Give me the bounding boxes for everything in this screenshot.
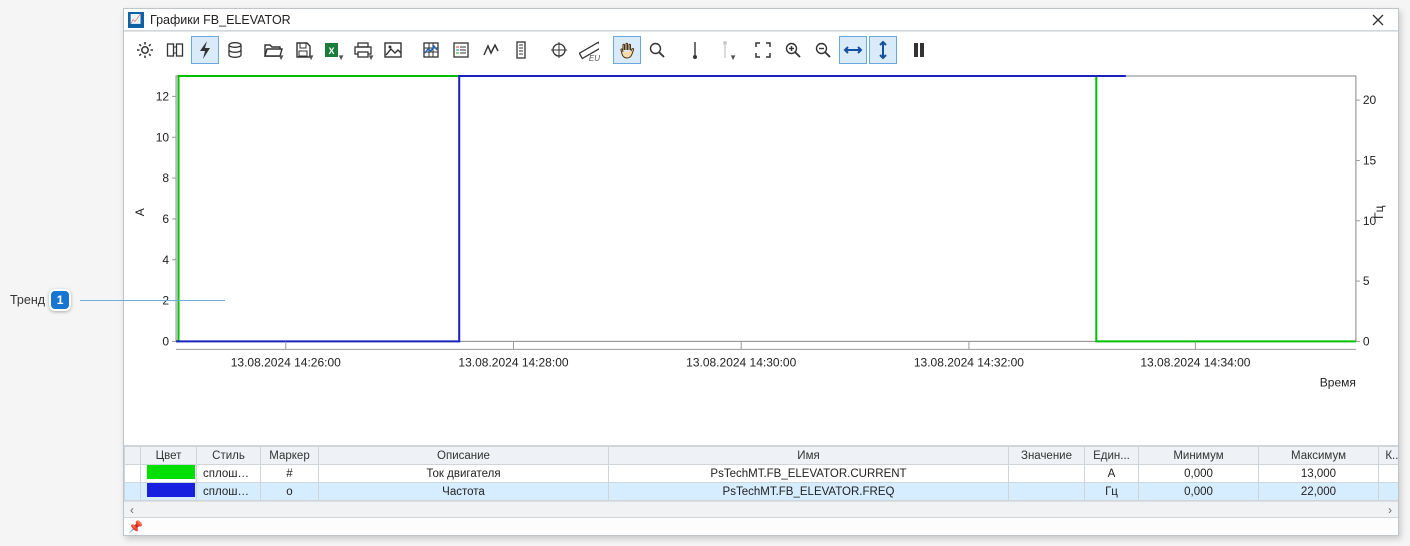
zoom-in-button[interactable] [779,36,807,64]
svg-text:12: 12 [156,89,170,103]
svg-text:13.08.2024 14:28:00: 13.08.2024 14:28:00 [458,355,568,369]
scroll-left-icon[interactable]: ‹ [124,502,140,518]
zoom-out-button[interactable] [809,36,837,64]
statusbar: 📌 [124,517,1398,535]
stretch-x-button[interactable] [839,36,867,64]
cell-more[interactable] [1379,465,1399,483]
export-excel-button[interactable]: X▼ [319,36,347,64]
svg-text:4: 4 [162,253,169,267]
window-title: Графики FB_ELEVATOR [150,13,1364,27]
svg-text:6: 6 [162,212,169,226]
crosshair-button[interactable] [545,36,573,64]
cell-marker[interactable]: o [261,483,319,501]
online-button[interactable] [191,36,219,64]
pin-button[interactable]: 📌 [128,520,143,534]
col-color[interactable]: Цвет [141,447,197,465]
grid-button[interactable] [417,36,445,64]
snapshot-button[interactable] [379,36,407,64]
cell-color[interactable] [141,483,197,501]
svg-text:13.08.2024 14:34:00: 13.08.2024 14:34:00 [1140,355,1250,369]
save-button[interactable]: ▼ [289,36,317,64]
ruler-button[interactable]: EU [575,36,603,64]
col-style[interactable]: Стиль [197,447,261,465]
signals-table: Цвет Стиль Маркер Описание Имя Значение … [124,445,1398,517]
col-units[interactable]: Един... [1085,447,1139,465]
svg-text:X: X [328,46,334,56]
svg-text:8: 8 [162,171,169,185]
svg-text:13.08.2024 14:30:00: 13.08.2024 14:30:00 [686,355,796,369]
svg-text:13.08.2024 14:32:00: 13.08.2024 14:32:00 [914,355,1024,369]
svg-text:15: 15 [1363,153,1377,167]
cell-min[interactable]: 0,000 [1139,483,1259,501]
col-more[interactable]: К... [1379,447,1399,465]
series-line [176,76,1126,341]
antialias-button[interactable] [477,36,505,64]
col-value[interactable]: Значение [1009,447,1085,465]
svg-text:0: 0 [162,334,169,348]
cell-name[interactable]: PsTechMT.FB_ELEVATOR.FREQ [609,483,1009,501]
cell-value[interactable] [1009,465,1085,483]
series-line [176,76,1356,341]
row-handle[interactable] [125,465,141,483]
magnifier-button[interactable] [643,36,671,64]
chart-area[interactable]: 13.08.2024 14:26:00 13.08.2024 14:28:00 13… [124,68,1398,445]
annotation-label: Тренд [10,293,45,307]
row-handle[interactable] [125,483,141,501]
titlebar[interactable]: 📈 Графики FB_ELEVATOR [124,9,1398,31]
settings-button[interactable] [131,36,159,64]
svg-text:Время: Время [1320,375,1356,389]
svg-text:10: 10 [1363,214,1377,228]
cell-name[interactable]: PsTechMT.FB_ELEVATOR.CURRENT [609,465,1009,483]
scale-button[interactable] [507,36,535,64]
trend-window: 📈 Графики FB_ELEVATOR ▼ ▼ X▼ ▼ [123,8,1399,536]
col-desc[interactable]: Описание [319,447,609,465]
hscrollbar[interactable]: ‹ › [124,501,1398,517]
cell-color[interactable] [141,465,197,483]
col-min[interactable]: Минимум [1139,447,1259,465]
cell-desc[interactable]: Частота [319,483,609,501]
col-handle[interactable] [125,447,141,465]
svg-text:10: 10 [156,130,170,144]
table-row[interactable]: сплошная#Ток двигателяPsTechMT.FB_ELEVAT… [125,465,1399,483]
annotation-number: 1 [49,289,71,311]
database-button[interactable] [221,36,249,64]
annotation-leader [80,300,225,301]
svg-text:20: 20 [1363,93,1377,107]
hand-button[interactable] [613,36,641,64]
cell-value[interactable] [1009,483,1085,501]
cell-unit[interactable]: А [1085,465,1139,483]
svg-text:A: A [133,208,147,216]
print-button[interactable]: ▼ [349,36,377,64]
connect-button[interactable] [161,36,189,64]
pause-button[interactable] [905,36,933,64]
stretch-y-button[interactable] [869,36,897,64]
cell-marker[interactable]: # [261,465,319,483]
scroll-right-icon[interactable]: › [1382,502,1398,518]
svg-text:13.08.2024 14:26:00: 13.08.2024 14:26:00 [231,355,341,369]
svg-text:0: 0 [1363,334,1370,348]
cell-style[interactable]: сплошная [197,483,261,501]
svg-text:5: 5 [1363,274,1370,288]
cell-min[interactable]: 0,000 [1139,465,1259,483]
fit-button[interactable] [749,36,777,64]
cell-desc[interactable]: Ток двигателя [319,465,609,483]
cell-more[interactable] [1379,483,1399,501]
table-row[interactable]: сплошнаяoЧастотаPsTechMT.FB_ELEVATOR.FRE… [125,483,1399,501]
cell-unit[interactable]: Гц [1085,483,1139,501]
col-name[interactable]: Имя [609,447,1009,465]
cell-max[interactable]: 13,000 [1259,465,1379,483]
min-marker-button[interactable] [681,36,709,64]
legend-button[interactable] [447,36,475,64]
toolbar: ▼ ▼ X▼ ▼ EU ▼ [124,32,1398,68]
open-button[interactable]: ▼ [259,36,287,64]
col-marker[interactable]: Маркер [261,447,319,465]
cell-style[interactable]: сплошная [197,465,261,483]
close-button[interactable] [1364,12,1392,28]
col-max[interactable]: Максимум [1259,447,1379,465]
cell-max[interactable]: 22,000 [1259,483,1379,501]
app-icon: 📈 [128,12,144,28]
max-marker-button[interactable]: ▼ [711,36,739,64]
